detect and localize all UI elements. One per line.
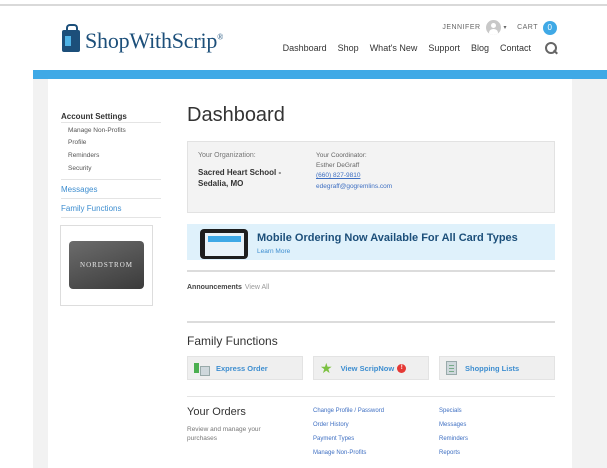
announcements-label: Announcements [187,284,242,291]
express-order-label: Express Order [216,363,268,373]
page-title: Dashboard [187,104,285,126]
nav-dashboard[interactable]: Dashboard [283,43,327,53]
accent-band [33,70,607,79]
nav-whats-new[interactable]: What's New [370,43,418,53]
express-order-button[interactable]: Express Order [187,356,303,380]
shopping-lists-label: Shopping Lists [465,363,520,373]
your-orders-title: Your Orders [187,406,246,418]
sidebar-item-manage-non-profits[interactable]: Manage Non-Profits [68,127,126,134]
nav-contact[interactable]: Contact [500,43,531,53]
avatar-icon[interactable] [485,20,501,35]
sidebar-item-security[interactable]: Security [68,165,91,172]
specials-link[interactable]: Specials [439,408,462,414]
sidebar-item-profile[interactable]: Profile [68,139,86,146]
payment-types-link[interactable]: Payment Types [313,436,354,442]
divider [61,217,161,218]
divider [61,179,161,180]
search-icon[interactable] [545,42,557,54]
star-icon: ★ [320,360,333,376]
shopping-list-icon [446,361,457,375]
reports-link[interactable]: Reports [439,450,460,456]
sidebar-item-reminders[interactable]: Reminders [68,152,99,159]
coordinator-phone-link[interactable]: (660) 827-9810 [316,172,360,179]
view-scripnow-label: View ScripNow [340,363,395,373]
manage-non-profits-link[interactable]: Manage Non-Profits [313,450,366,456]
messages-link[interactable]: Messages [439,422,466,428]
organization-label: Your Organization: [198,152,256,159]
sidebar-item-family-functions[interactable]: Family Functions [61,204,121,213]
alert-icon: ! [397,363,407,373]
shopping-bag-icon [62,24,80,52]
change-profile-link[interactable]: Change Profile / Password [313,408,384,414]
coordinator-name: Esther DeGraff [316,162,360,169]
main-nav: Dashboard Shop What's New Support Blog C… [272,42,557,54]
sidebar-account-settings[interactable]: Account Settings [61,112,127,121]
brand-name: ShopWithScrip® [85,28,224,53]
divider [61,198,161,199]
nav-shop[interactable]: Shop [338,43,359,53]
cart-label[interactable]: CART [517,24,538,31]
chevron-down-icon[interactable]: ▾ [504,24,508,31]
order-history-link[interactable]: Order History [313,422,349,428]
user-bar: JENNIFER ▾ CART 0 [442,20,557,35]
divider [187,321,555,323]
sidebar-item-messages[interactable]: Messages [61,185,97,194]
shopping-lists-button[interactable]: Shopping Lists [439,356,555,380]
top-rule [0,4,607,6]
express-order-icon [194,362,210,376]
your-orders-description: Review and manage your purchases [187,426,261,442]
view-all-link[interactable]: View All [245,284,269,291]
divider [187,270,555,272]
divider [187,396,555,397]
coordinator-email-link[interactable]: edegraff@gogremlins.com [316,183,392,190]
username[interactable]: JENNIFER [442,24,480,31]
cart-count-badge[interactable]: 0 [543,20,557,35]
logo[interactable]: ShopWithScrip® [62,24,224,54]
nav-blog[interactable]: Blog [471,43,489,53]
divider [61,122,161,123]
learn-more-link[interactable]: Learn More [257,248,290,255]
giftcard-promo[interactable]: NORDSTROM [60,225,153,306]
announcements-heading: Announcements View All [187,284,269,291]
family-functions-title: Family Functions [187,334,278,348]
banner-title: Mobile Ordering Now Available For All Ca… [257,232,518,244]
nav-support[interactable]: Support [428,43,460,53]
giftcard-image: NORDSTROM [69,241,144,289]
coordinator-label: Your Coordinator: [316,152,367,159]
phone-screen [205,233,244,256]
reminders-link[interactable]: Reminders [439,436,468,442]
view-scripnow-button[interactable]: ★ View ScripNow ! [313,356,429,380]
organization-name: Sacred Heart School - Sedalia, MO [198,168,282,188]
